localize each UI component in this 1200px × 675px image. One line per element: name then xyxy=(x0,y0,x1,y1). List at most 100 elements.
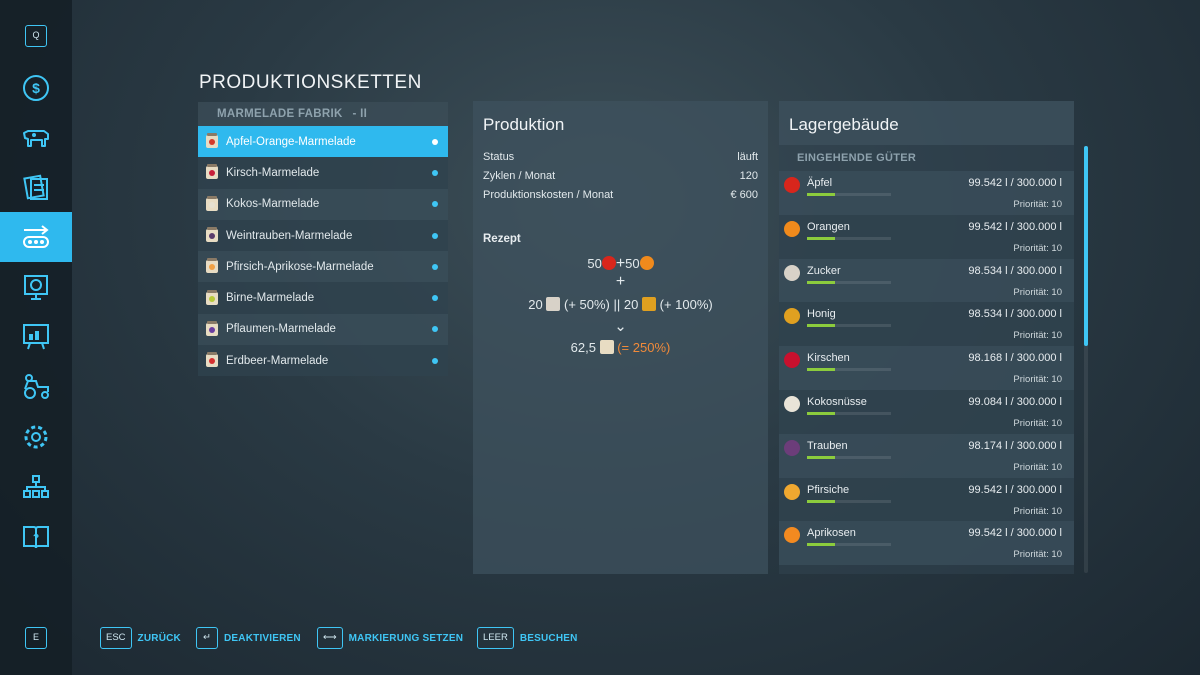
storage-item: Aprikosen 99.542 l / 300.000 l Priorität: … xyxy=(779,521,1074,566)
factory-name: MARMELADE FABRIK xyxy=(217,108,343,120)
statistics-icon xyxy=(24,275,48,300)
jam-jar-icon xyxy=(599,340,614,354)
storage-item: Zucker 98.534 l / 300.000 l Priorität: 10 xyxy=(779,258,1074,303)
incoming-goods-header: EINGEHENDE GÜTER xyxy=(797,152,917,164)
storage-item: Pfirsiche 99.542 l / 300.000 l Priorität: … xyxy=(779,477,1074,522)
production-item[interactable]: Birne-Marmelade xyxy=(198,282,448,314)
space-key: LEER xyxy=(477,627,514,649)
recipe-output-amount: 62,5 xyxy=(570,340,596,355)
storage-item-priority: Priorität: 10 xyxy=(1013,549,1062,561)
storage-item-name: Pfirsiche xyxy=(807,483,850,496)
prev-menu-key[interactable]: Q xyxy=(25,25,47,47)
chart-board-tab[interactable] xyxy=(0,312,72,362)
storage-item: Trauben 98.174 l / 300.000 l Priorität: 10 xyxy=(779,433,1074,478)
active-indicator-dot xyxy=(432,295,438,302)
enter-key: ↵ xyxy=(196,627,218,649)
fill-level-bar xyxy=(807,455,891,459)
costs-value: € 600 xyxy=(730,189,758,201)
storage-item-amount: 99.084 l / 300.000 l xyxy=(968,395,1062,408)
back-button[interactable]: ESC ZURÜCK xyxy=(100,627,181,649)
next-menu-key[interactable]: E xyxy=(25,627,47,649)
storage-item-amount: 98.534 l / 300.000 l xyxy=(968,264,1062,277)
arrows-key: ⟷ xyxy=(317,627,343,649)
active-indicator-dot xyxy=(432,169,438,176)
cherries-icon xyxy=(784,352,800,369)
fill-level-bar xyxy=(807,236,891,240)
production-item[interactable]: Kirsch-Marmelade xyxy=(198,157,448,189)
orange-icon xyxy=(639,256,654,270)
production-item[interactable]: Pflaumen-Marmelade xyxy=(198,313,448,346)
active-indicator-dot xyxy=(432,201,438,208)
fill-level-bar xyxy=(807,280,891,284)
settings-tab[interactable] xyxy=(0,412,72,462)
storage-scrollbar[interactable] xyxy=(1084,146,1088,573)
finances-tab[interactable]: $ xyxy=(0,63,72,113)
storage-item-priority: Priorität: 10 xyxy=(1013,199,1062,210)
honey-icon xyxy=(641,297,656,311)
fill-level-bar xyxy=(807,193,891,196)
visit-button[interactable]: LEER BESUCHEN xyxy=(477,627,578,649)
hierarchy-tab[interactable] xyxy=(0,462,72,512)
production-item-label: Weintrauben-Marmelade xyxy=(226,229,353,242)
fill-level xyxy=(807,324,835,328)
fill-level-bar xyxy=(807,324,891,328)
fill-level xyxy=(807,411,835,415)
scroll-thumb[interactable] xyxy=(1084,146,1088,346)
jam-jar-icon xyxy=(206,195,218,211)
production-item[interactable]: Apfel-Orange-Marmelade xyxy=(198,126,448,158)
sugar-icon xyxy=(546,297,561,311)
production-item[interactable]: Kokos-Marmelade xyxy=(198,188,448,220)
fill-level xyxy=(807,280,835,284)
storage-item-priority: Priorität: 10 xyxy=(1013,242,1062,254)
recipe-input-apples: 50 xyxy=(587,256,602,271)
contracts-tab[interactable] xyxy=(0,162,72,212)
animals-tab[interactable] xyxy=(0,112,72,162)
esc-key: ESC xyxy=(100,627,132,649)
deactivate-label: DEAKTIVIEREN xyxy=(224,632,301,644)
storage-item-amount: 98.168 l / 300.000 l xyxy=(968,352,1062,365)
fill-level-bar xyxy=(807,499,891,503)
storage-item-amount: 99.542 l / 300.000 l xyxy=(968,483,1062,496)
storage-list[interactable]: Äpfel 99.542 l / 300.000 l Priorität: 10 Or… xyxy=(779,171,1074,566)
orange-icon xyxy=(784,220,800,237)
svg-text:$: $ xyxy=(32,80,40,96)
storage-item-amount: 99.542 l / 300.000 l xyxy=(968,220,1062,233)
production-item[interactable]: Weintrauben-Marmelade xyxy=(198,219,448,252)
deactivate-button[interactable]: ↵ DEAKTIVIEREN xyxy=(196,627,301,649)
recipe-plus: + xyxy=(615,273,626,290)
settings-icon xyxy=(24,425,48,449)
sidebar: Q $ ? E xyxy=(0,0,72,675)
dollar-icon: $ xyxy=(23,75,49,101)
storage-item-name: Orangen xyxy=(807,220,850,233)
storage-item: Honig 98.534 l / 300.000 l Priorität: 10 xyxy=(779,302,1074,347)
active-indicator-dot xyxy=(432,232,438,239)
active-indicator-dot xyxy=(432,357,438,364)
production-item[interactable]: Erdbeer-Marmelade xyxy=(198,345,448,377)
cycles-value: 120 xyxy=(739,170,758,182)
recipe-inputs: 50 +50 xyxy=(473,255,768,273)
storage-item-name: Aprikosen xyxy=(807,527,856,540)
production-item-label: Apfel-Orange-Marmelade xyxy=(226,135,356,148)
fill-level xyxy=(807,193,835,196)
storage-item-name: Kokosnüsse xyxy=(807,395,867,408)
help-tab[interactable]: ? xyxy=(0,512,72,562)
cow-icon xyxy=(23,130,49,147)
set-marker-button[interactable]: ⟷ MARKIERUNG SETZEN xyxy=(317,627,463,649)
jam-jar-icon xyxy=(206,227,218,243)
back-label: ZURÜCK xyxy=(137,632,181,644)
active-indicator-dot xyxy=(432,263,438,270)
recipe-plus-inline: + xyxy=(615,255,626,272)
fill-level-bar xyxy=(807,543,891,547)
fill-level-bar xyxy=(807,368,891,372)
storage-item-name: Trauben xyxy=(807,439,848,452)
status-row: Status läuft xyxy=(483,151,758,163)
fill-level xyxy=(807,543,835,547)
production-chains-tab[interactable] xyxy=(0,212,72,262)
production-item-label: Birne-Marmelade xyxy=(226,292,315,305)
production-item-label: Erdbeer-Marmelade xyxy=(226,354,329,367)
cycles-row: Zyklen / Monat 120 xyxy=(483,170,758,182)
storage-item-priority: Priorität: 10 xyxy=(1013,461,1062,473)
statistics-tab[interactable] xyxy=(0,262,72,312)
vehicles-tab[interactable] xyxy=(0,362,72,412)
production-item[interactable]: Pfirsich-Aprikose-Marmelade xyxy=(198,251,448,283)
